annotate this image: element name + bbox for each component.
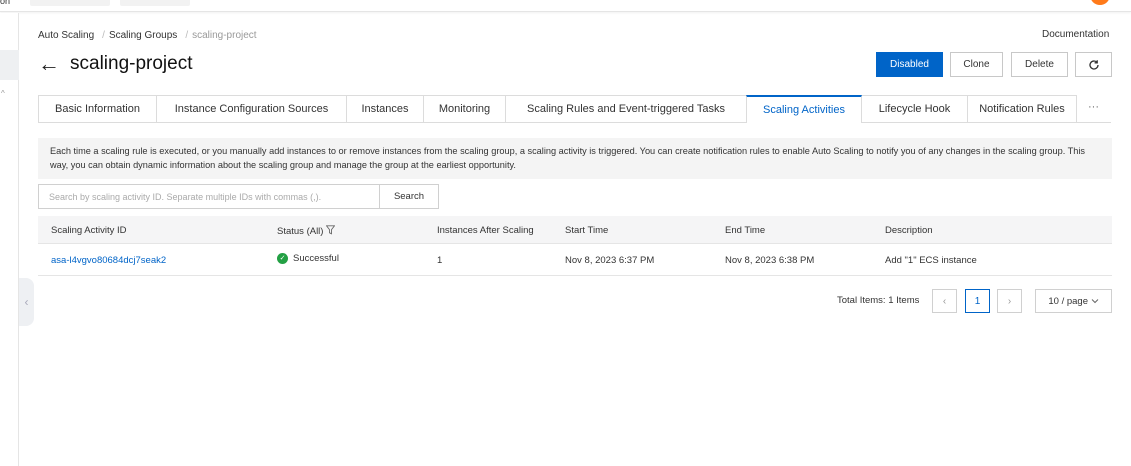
tab-lifecycle-hook[interactable]: Lifecycle Hook — [862, 95, 967, 123]
tab-basic-information[interactable]: Basic Information — [38, 95, 156, 123]
top-bar: on — [0, 0, 1131, 12]
column-header-status-label: Status (All) — [277, 226, 324, 237]
tab-instances[interactable]: Instances — [346, 95, 423, 123]
tab-instance-configuration-sources[interactable]: Instance Configuration Sources — [156, 95, 346, 123]
column-header-activity-id: Scaling Activity ID — [51, 225, 127, 236]
chevron-right-icon: › — [1007, 295, 1012, 307]
start-time-cell: Nov 8, 2023 6:37 PM — [565, 255, 655, 266]
left-nav-selected-item[interactable] — [0, 50, 19, 80]
chevron-left-icon: ‹ — [24, 295, 29, 309]
chevron-up-icon[interactable]: ^ — [1, 89, 5, 98]
collapse-sidebar-button[interactable]: ‹ — [19, 278, 34, 326]
check-circle-icon: ✓ — [277, 253, 288, 264]
search-input[interactable]: Search by scaling activity ID. Separate … — [38, 184, 380, 209]
tab-scaling-activities[interactable]: Scaling Activities — [746, 95, 862, 123]
filter-icon[interactable] — [325, 225, 336, 235]
page-title: scaling-project — [70, 53, 193, 74]
search-button[interactable]: Search — [379, 184, 439, 209]
page-number-button[interactable]: 1 — [965, 289, 990, 313]
end-time-cell: Nov 8, 2023 6:38 PM — [725, 255, 815, 266]
table-header: Scaling Activity ID Status (All) Instanc… — [38, 216, 1112, 244]
info-notice: Each time a scaling rule is executed, or… — [38, 138, 1112, 179]
more-tabs-icon[interactable]: ··· — [1088, 101, 1099, 113]
breadcrumb-separator: / — [185, 30, 189, 41]
top-tab-placeholder[interactable] — [30, 0, 110, 6]
tab-scaling-rules[interactable]: Scaling Rules and Event-triggered Tasks — [505, 95, 746, 123]
instances-after-cell: 1 — [437, 255, 443, 266]
tab-underline — [38, 122, 746, 123]
chevron-left-icon: ‹ — [942, 295, 947, 307]
breadcrumb-scaling-groups[interactable]: Scaling Groups — [109, 30, 177, 41]
breadcrumb-auto-scaling[interactable]: Auto Scaling — [38, 30, 94, 41]
breadcrumb-separator: / — [102, 30, 105, 41]
avatar[interactable] — [1090, 0, 1110, 5]
prev-page-button[interactable]: ‹ — [932, 289, 957, 313]
next-page-button[interactable]: › — [997, 289, 1022, 313]
page-size-value: 10 / page — [1048, 295, 1088, 307]
status-text: Successful — [293, 253, 339, 265]
tab-underline — [862, 122, 1111, 123]
column-header-status[interactable]: Status (All) — [277, 225, 336, 237]
description-cell: Add "1" ECS instance — [885, 255, 977, 266]
column-header-end-time: End Time — [725, 225, 766, 236]
disabled-button[interactable]: Disabled — [876, 52, 943, 77]
chevron-down-icon — [1091, 299, 1098, 304]
documentation-link[interactable]: Documentation — [1042, 29, 1109, 40]
column-header-start-time: Start Time — [565, 225, 609, 236]
column-header-description: Description — [885, 225, 933, 236]
page-size-select[interactable]: 10 / page — [1035, 289, 1112, 313]
clone-button[interactable]: Clone — [950, 52, 1003, 77]
back-arrow-icon[interactable]: ← — [38, 53, 60, 75]
table-row: asa-l4vgvo80684dcj7seak2 ✓ Successful 1 N… — [38, 245, 1112, 276]
breadcrumb: Auto Scaling / Scaling Groups / scaling-proj… — [38, 30, 261, 41]
status-cell: ✓ Successful — [277, 253, 339, 264]
tab-notification-rules[interactable]: Notification Rules — [967, 95, 1077, 123]
refresh-icon — [1088, 59, 1099, 70]
tab-monitoring[interactable]: Monitoring — [423, 95, 505, 123]
left-nav-rail: ^ — [0, 13, 19, 466]
refresh-button[interactable] — [1075, 52, 1112, 77]
delete-button[interactable]: Delete — [1011, 52, 1068, 77]
top-tab-placeholder[interactable] — [120, 0, 190, 6]
pagination-total: Total Items: 1 Items — [837, 295, 920, 306]
breadcrumb-current: scaling-project — [192, 30, 257, 41]
activity-id-link[interactable]: asa-l4vgvo80684dcj7seak2 — [51, 255, 166, 266]
top-bar-fragment: on — [0, 0, 11, 6]
tab-bar: Basic Information Instance Configuration… — [38, 95, 1111, 123]
column-header-instances-after: Instances After Scaling — [437, 225, 534, 236]
